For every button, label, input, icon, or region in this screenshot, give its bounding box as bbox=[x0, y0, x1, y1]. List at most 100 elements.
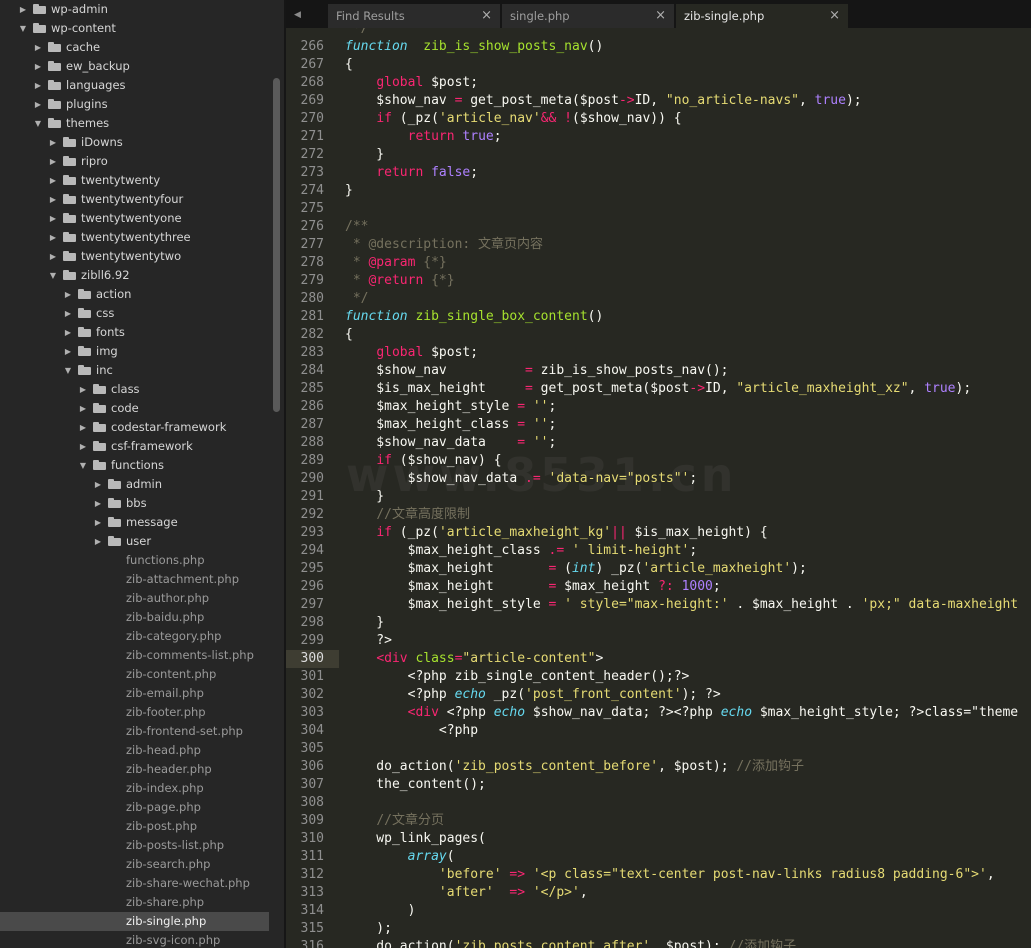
folder-item[interactable]: ▶ bbs bbox=[0, 494, 270, 513]
file-item[interactable]: zib-baidu.php bbox=[0, 608, 270, 627]
chevron-right-icon[interactable]: ▶ bbox=[33, 38, 43, 57]
chevron-right-icon[interactable]: ▶ bbox=[33, 95, 43, 114]
line-number: 270 bbox=[300, 111, 324, 126]
folder-item[interactable]: ▶ twentytwentytwo bbox=[0, 247, 270, 266]
file-item[interactable]: zib-content.php bbox=[0, 665, 270, 684]
chevron-down-icon[interactable]: ▼ bbox=[63, 361, 73, 380]
folder-item[interactable]: ▼ themes bbox=[0, 114, 270, 133]
folder-item[interactable]: ▶ code bbox=[0, 399, 270, 418]
folder-item[interactable]: ▶ twentytwentyfour bbox=[0, 190, 270, 209]
tab-find-results[interactable]: Find Results × bbox=[328, 4, 501, 28]
chevron-right-icon[interactable]: ▶ bbox=[93, 513, 103, 532]
folder-item[interactable]: ▶ twentytwentyone bbox=[0, 209, 270, 228]
folder-item[interactable]: ▶ codestar-framework bbox=[0, 418, 270, 437]
tree-item-label: img bbox=[96, 344, 118, 358]
chevron-right-icon[interactable]: ▶ bbox=[78, 418, 88, 437]
close-icon[interactable]: × bbox=[481, 4, 492, 28]
chevron-right-icon[interactable]: ▶ bbox=[18, 0, 28, 19]
chevron-right-icon[interactable]: ▶ bbox=[63, 285, 73, 304]
chevron-right-icon[interactable]: ▶ bbox=[48, 133, 58, 152]
chevron-right-icon[interactable]: ▶ bbox=[78, 437, 88, 456]
chevron-right-icon[interactable]: ▶ bbox=[93, 532, 103, 551]
tree-item-label: zib-author.php bbox=[126, 591, 210, 605]
chevron-right-icon[interactable]: ▶ bbox=[63, 304, 73, 323]
chevron-right-icon[interactable]: ▶ bbox=[93, 494, 103, 513]
file-item[interactable]: zib-posts-list.php bbox=[0, 836, 270, 855]
file-item[interactable]: zib-svg-icon.php bbox=[0, 931, 270, 948]
code-line: function zib_is_show_posts_nav() bbox=[345, 39, 604, 54]
code-line: do_action('zib_posts_content_before', $p… bbox=[345, 759, 805, 774]
folder-item[interactable]: ▼ functions bbox=[0, 456, 270, 475]
folder-item[interactable]: ▼ zibll6.92 bbox=[0, 266, 270, 285]
chevron-right-icon[interactable]: ▶ bbox=[48, 190, 58, 209]
file-item[interactable]: zib-attachment.php bbox=[0, 570, 270, 589]
file-item[interactable]: zib-search.php bbox=[0, 855, 270, 874]
chevron-right-icon[interactable]: ▶ bbox=[78, 399, 88, 418]
folder-item[interactable]: ▶ twentytwenty bbox=[0, 171, 270, 190]
folder-item[interactable]: ▶ cache bbox=[0, 38, 270, 57]
chevron-right-icon[interactable]: ▶ bbox=[48, 209, 58, 228]
chevron-right-icon[interactable]: ▶ bbox=[93, 475, 103, 494]
folder-item[interactable]: ▶ fonts bbox=[0, 323, 270, 342]
chevron-down-icon[interactable]: ▼ bbox=[18, 19, 28, 38]
chevron-down-icon[interactable]: ▼ bbox=[48, 266, 58, 285]
tree-item-label: ew_backup bbox=[66, 59, 130, 73]
file-item[interactable]: zib-index.php bbox=[0, 779, 270, 798]
file-item[interactable]: zib-post.php bbox=[0, 817, 270, 836]
chevron-right-icon[interactable]: ▶ bbox=[48, 152, 58, 171]
file-item[interactable]: zib-author.php bbox=[0, 589, 270, 608]
code-editor[interactable]: 266 267 268 269 270 271 272 273 274 275 276 277 278 2… bbox=[286, 28, 1031, 948]
folder-item[interactable]: ▶ ripro bbox=[0, 152, 270, 171]
folder-item[interactable]: ▶ csf-framework bbox=[0, 437, 270, 456]
folder-icon bbox=[108, 517, 121, 527]
folder-item[interactable]: ▶ user bbox=[0, 532, 270, 551]
chevron-down-icon[interactable]: ▼ bbox=[78, 456, 88, 475]
chevron-right-icon[interactable]: ▶ bbox=[48, 228, 58, 247]
chevron-right-icon[interactable]: ▶ bbox=[63, 323, 73, 342]
sidebar-scrollbar-thumb[interactable] bbox=[273, 78, 280, 412]
folder-item[interactable]: ▼ wp-content bbox=[0, 19, 270, 38]
tree-item-label: action bbox=[96, 287, 132, 301]
folder-item[interactable]: ▶ message bbox=[0, 513, 270, 532]
chevron-right-icon[interactable]: ▶ bbox=[48, 247, 58, 266]
file-item[interactable]: zib-single.php bbox=[0, 912, 270, 931]
tab-single-php[interactable]: single.php × bbox=[502, 4, 675, 28]
close-icon[interactable]: × bbox=[829, 4, 840, 28]
file-item[interactable]: functions.php bbox=[0, 551, 270, 570]
chevron-down-icon[interactable]: ▼ bbox=[33, 114, 43, 133]
file-item[interactable]: zib-comments-list.php bbox=[0, 646, 270, 665]
file-item[interactable]: zib-footer.php bbox=[0, 703, 270, 722]
chevron-right-icon[interactable]: ▶ bbox=[48, 171, 58, 190]
tab-zib-single-php[interactable]: zib-single.php × bbox=[676, 4, 849, 28]
chevron-right-icon[interactable]: ▶ bbox=[63, 342, 73, 361]
file-item[interactable]: zib-share-wechat.php bbox=[0, 874, 270, 893]
code-line: do_action('zib_posts_content_after', $po… bbox=[345, 939, 797, 948]
folder-item[interactable]: ▶ img bbox=[0, 342, 270, 361]
file-item[interactable]: zib-header.php bbox=[0, 760, 270, 779]
close-icon[interactable]: × bbox=[655, 4, 666, 28]
folder-item[interactable]: ▶ twentytwentythree bbox=[0, 228, 270, 247]
file-item[interactable]: zib-frontend-set.php bbox=[0, 722, 270, 741]
folder-item[interactable]: ▼ inc bbox=[0, 361, 270, 380]
tree-item-label: twentytwentytwo bbox=[81, 249, 182, 263]
chevron-right-icon[interactable]: ▶ bbox=[78, 380, 88, 399]
file-item[interactable]: zib-share.php bbox=[0, 893, 270, 912]
folder-item[interactable]: ▶ action bbox=[0, 285, 270, 304]
chevron-right-icon[interactable]: ▶ bbox=[33, 57, 43, 76]
tab-nav-arrows[interactable]: ◀ ▶ bbox=[286, 0, 328, 50]
file-item[interactable]: zib-category.php bbox=[0, 627, 270, 646]
folder-item[interactable]: ▶ iDowns bbox=[0, 133, 270, 152]
folder-item[interactable]: ▶ css bbox=[0, 304, 270, 323]
folder-item[interactable]: ▶ languages bbox=[0, 76, 270, 95]
folder-item[interactable]: ▶ admin bbox=[0, 475, 270, 494]
chevron-right-icon[interactable]: ▶ bbox=[33, 76, 43, 95]
folder-icon bbox=[63, 251, 76, 261]
tree-item-label: zib-comments-list.php bbox=[126, 648, 254, 662]
file-item[interactable]: zib-email.php bbox=[0, 684, 270, 703]
folder-item[interactable]: ▶ plugins bbox=[0, 95, 270, 114]
file-item[interactable]: zib-page.php bbox=[0, 798, 270, 817]
folder-item[interactable]: ▶ wp-admin bbox=[0, 0, 270, 19]
file-item[interactable]: zib-head.php bbox=[0, 741, 270, 760]
folder-item[interactable]: ▶ ew_backup bbox=[0, 57, 270, 76]
folder-item[interactable]: ▶ class bbox=[0, 380, 270, 399]
